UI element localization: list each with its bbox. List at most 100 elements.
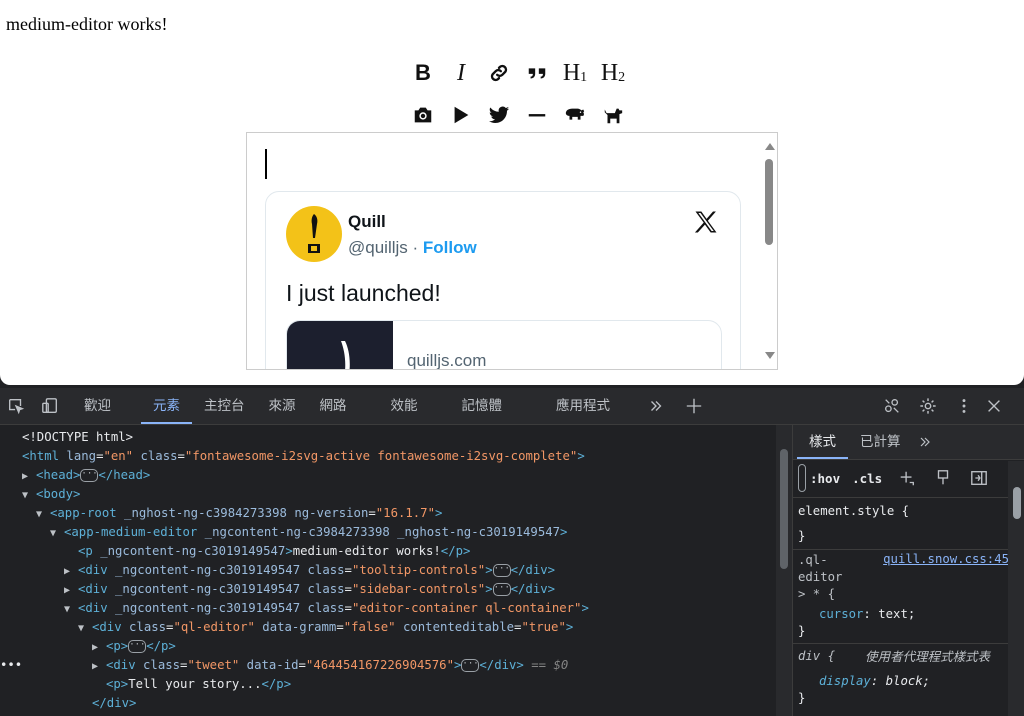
stylesheet-link[interactable]: quill.snow.css:45 [883,552,1009,566]
tweet-button[interactable] [480,100,518,130]
dom-line-editor-container[interactable]: ▼ <div _ngcontent-ng-c3019149547 class="e… [64,599,589,618]
dom-line-app-medium-editor[interactable]: ▼ <app-medium-editor _ngcontent-ng-c39842… [50,523,567,542]
tab-performance[interactable]: 效能 [379,388,430,424]
paint-brush-icon[interactable] [932,468,954,488]
expand-triangle-icon[interactable]: ▶ [92,657,106,676]
scroll-thumb[interactable] [765,159,773,245]
scroll-thumb[interactable] [1013,487,1021,519]
dom-line-ql-editor[interactable]: ▼ <div class="ql-editor" data-gramm="fals… [78,618,573,637]
tab-network[interactable]: 網路 [308,388,359,424]
dom-line-p[interactable]: <p _ngcontent-ng-c3019149547>medium-edit… [78,542,470,561]
tab-console[interactable]: 主控台 [192,388,257,424]
css-declaration-display[interactable]: display: block; [819,673,930,690]
follow-link[interactable]: Follow [423,238,477,257]
tab-sources[interactable]: 來源 [257,388,308,424]
tab-memory[interactable]: 記憶體 [450,388,515,424]
collapse-triangle-icon[interactable]: ▼ [36,505,50,524]
collapse-triangle-icon[interactable]: ▼ [78,619,92,638]
tweet-author-name[interactable]: Quill [348,212,386,232]
h2-button[interactable]: H2 [594,58,632,88]
avatar[interactable] [286,206,342,262]
styles-scrollbar[interactable] [1008,461,1024,716]
h1-button[interactable]: H1 [556,58,594,88]
collapse-triangle-icon[interactable]: ▼ [64,600,78,619]
hippo-button[interactable] [556,100,594,130]
tab-application[interactable]: 應用程式 [544,388,622,424]
ua-rule-selector[interactable]: div { [798,648,835,665]
scroll-down-arrow[interactable] [765,352,775,359]
inspect-element-icon[interactable] [6,396,26,416]
cls-button[interactable]: .cls [852,471,882,486]
link-card[interactable]: quilljs.com [286,320,722,369]
dom-line-doctype[interactable]: <!DOCTYPE html> [22,428,133,447]
link-button[interactable] [480,58,518,88]
editor-scrollbar[interactable] [761,133,777,369]
add-tab-icon[interactable] [684,396,704,416]
devtools-tabbar: 歡迎 元素 主控台 來源 網路 效能 記憶體 應用程式 [0,388,1024,425]
expand-triangle-icon[interactable]: ▶ [22,467,36,486]
dom-line-div-close[interactable]: </div> [92,694,136,713]
dom-line-p-tell-story[interactable]: <p>Tell your story...</p> [106,675,291,694]
dom-scrollbar[interactable] [776,425,792,716]
styles-tabbar: 樣式 已計算 [793,425,1024,460]
ellipsis-icon[interactable]: ··· [80,469,99,482]
toggle-sidebar-icon[interactable] [968,468,990,488]
divider-button[interactable] [518,100,556,130]
dog-button[interactable] [594,100,632,130]
tab-welcome[interactable]: 歡迎 [72,388,123,424]
customize-icon[interactable] [882,396,902,416]
dom-line-html[interactable]: <html lang="en" class="fontawesome-i2svg… [22,447,585,466]
italic-button[interactable]: I [442,58,480,88]
scroll-up-arrow[interactable] [765,143,775,150]
video-button[interactable] [442,100,480,130]
tweet-handle[interactable]: @quilljs [348,238,408,257]
bold-button[interactable]: B [404,58,442,88]
play-icon [454,106,469,124]
x-logo-icon[interactable] [692,208,720,236]
dom-line-app-root[interactable]: ▼ <app-root _nghost-ng-c3984273398 ng-ver… [36,504,442,523]
dom-line-tooltip-controls[interactable]: ▶ <div _ngcontent-ng-c3019149547 class="t… [64,561,555,580]
ellipsis-icon[interactable]: ··· [461,659,480,672]
expand-triangle-icon[interactable]: ▶ [92,638,106,657]
expand-triangle-icon[interactable]: ▶ [64,581,78,600]
link-icon [490,64,508,82]
collapse-triangle-icon[interactable]: ▼ [22,486,36,505]
device-toolbar-icon[interactable] [40,396,60,416]
expand-triangle-icon[interactable]: ▶ [64,562,78,581]
separator: · [407,238,423,257]
sidebar-toolbar [404,100,632,130]
image-button[interactable] [404,100,442,130]
dom-line-tweet-selected[interactable]: ••• ▶ <div class="tweet" data-id="46445416… [0,656,568,675]
tab-computed[interactable]: 已計算 [848,425,913,459]
quote-button[interactable] [518,58,556,88]
filter-input[interactable] [798,464,806,492]
ellipsis-icon[interactable]: ··· [128,640,147,653]
tweet-embed[interactable]: Quill @quilljs · Follow I just launched!… [265,191,741,369]
tab-styles[interactable]: 樣式 [797,425,848,459]
element-style-rule[interactable]: element.style { [798,503,909,520]
ellipsis-icon[interactable]: ··· [492,583,511,596]
hov-button[interactable]: :hov [810,471,840,486]
more-tabs-icon[interactable] [915,432,935,452]
dom-tree[interactable]: <!DOCTYPE html> <html lang="en" class="f… [0,425,792,716]
tab-elements[interactable]: 元素 [141,388,192,424]
kebab-menu-icon[interactable] [954,396,974,416]
close-icon[interactable] [984,396,1004,416]
rule-selector-line3[interactable]: > * { [798,586,835,603]
tweet-handle-line: @quilljs · Follow [348,238,477,258]
dom-line-head[interactable]: ▶ <head>···</head> [22,466,150,485]
css-declaration-cursor[interactable]: cursor: text; [819,606,915,623]
dom-line-body[interactable]: ▼ <body> [22,485,80,504]
ellipsis-icon[interactable]: ··· [492,564,511,577]
rule-selector-line2[interactable]: editor [798,569,842,586]
editor-container[interactable]: Quill @quilljs · Follow I just launched!… [246,132,778,370]
dom-line-sidebar-controls[interactable]: ▶ <div _ngcontent-ng-c3019149547 class="s… [64,580,555,599]
rule-selector-line1[interactable]: .ql- [798,552,828,569]
new-rule-icon[interactable] [896,468,918,488]
collapse-triangle-icon[interactable]: ▼ [50,524,64,543]
settings-gear-icon[interactable] [918,396,938,416]
more-tabs-icon[interactable] [646,396,666,416]
scroll-thumb[interactable] [780,449,788,569]
dom-line-p-collapsed[interactable]: ▶ <p>···</p> [92,637,176,656]
user-agent-stylesheet-label: 使用者代理程式樣式表 [865,649,991,664]
